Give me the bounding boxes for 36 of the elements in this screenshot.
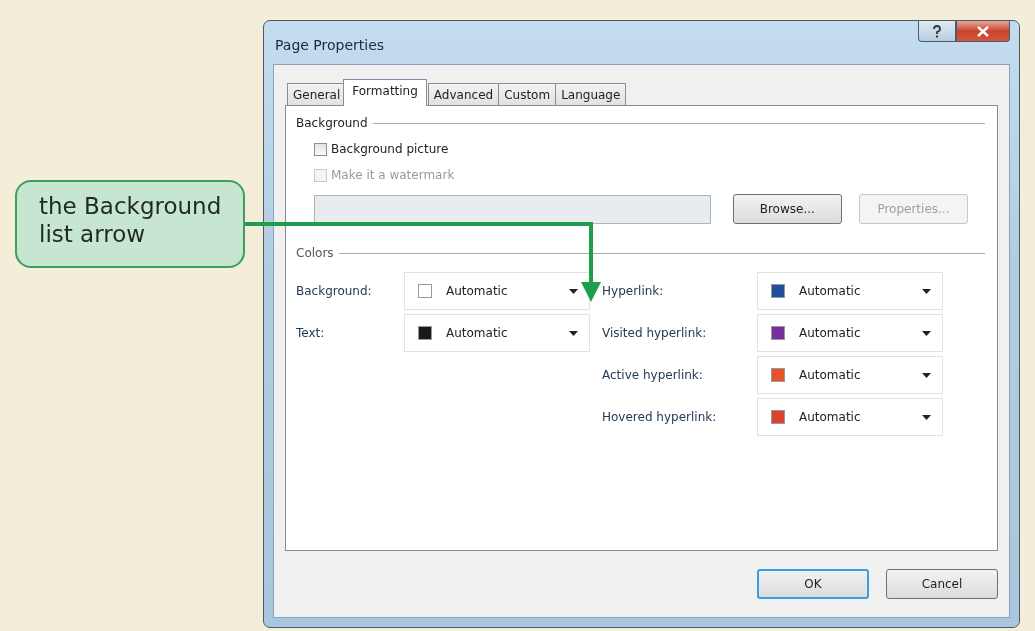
field-label: Hovered hyperlink:	[602, 410, 718, 424]
color-dropdown[interactable]: Automatic	[757, 272, 943, 310]
color-dropdown[interactable]: Automatic	[757, 314, 943, 352]
caret-icon	[569, 330, 578, 336]
tab[interactable]: Custom	[498, 83, 557, 105]
window-title: Page Properties	[275, 37, 385, 53]
group-title: Colors	[296, 246, 334, 260]
field-label: Background:	[296, 284, 373, 298]
callout: the Background list arrow	[15, 180, 245, 268]
color-dropdown[interactable]: Automatic	[404, 314, 590, 352]
tab[interactable]: Formatting	[343, 79, 427, 106]
close-button[interactable]	[956, 21, 1010, 42]
dialog-button[interactable]: Cancel	[886, 569, 998, 599]
close-icon	[977, 25, 989, 37]
help-button[interactable]	[918, 21, 956, 42]
caret-icon	[922, 372, 931, 378]
caret-icon	[922, 330, 931, 336]
dialog-button[interactable]: Browse...	[732, 194, 842, 224]
dialog-button[interactable]: OK	[757, 569, 869, 599]
tab[interactable]: Advanced	[427, 83, 500, 105]
tab[interactable]: Language	[555, 83, 627, 105]
field-label: Visited hyperlink:	[602, 326, 708, 340]
checkbox-label: Make it a watermark	[331, 168, 455, 182]
field-label: Active hyperlink:	[602, 368, 704, 382]
color-dropdown[interactable]: Automatic	[757, 398, 943, 436]
field-label: Hyperlink:	[602, 284, 665, 298]
group-title: Background	[296, 116, 368, 130]
caret-icon	[569, 288, 578, 294]
checkbox[interactable]	[314, 142, 327, 156]
field-label: Text:	[296, 326, 326, 340]
caret-icon	[922, 288, 931, 294]
color-dropdown[interactable]: Automatic	[404, 272, 590, 310]
color-dropdown[interactable]: Automatic	[757, 356, 943, 394]
checkbox-label: Background picture	[331, 142, 449, 156]
caret-icon	[922, 414, 931, 420]
help-icon	[932, 24, 942, 38]
